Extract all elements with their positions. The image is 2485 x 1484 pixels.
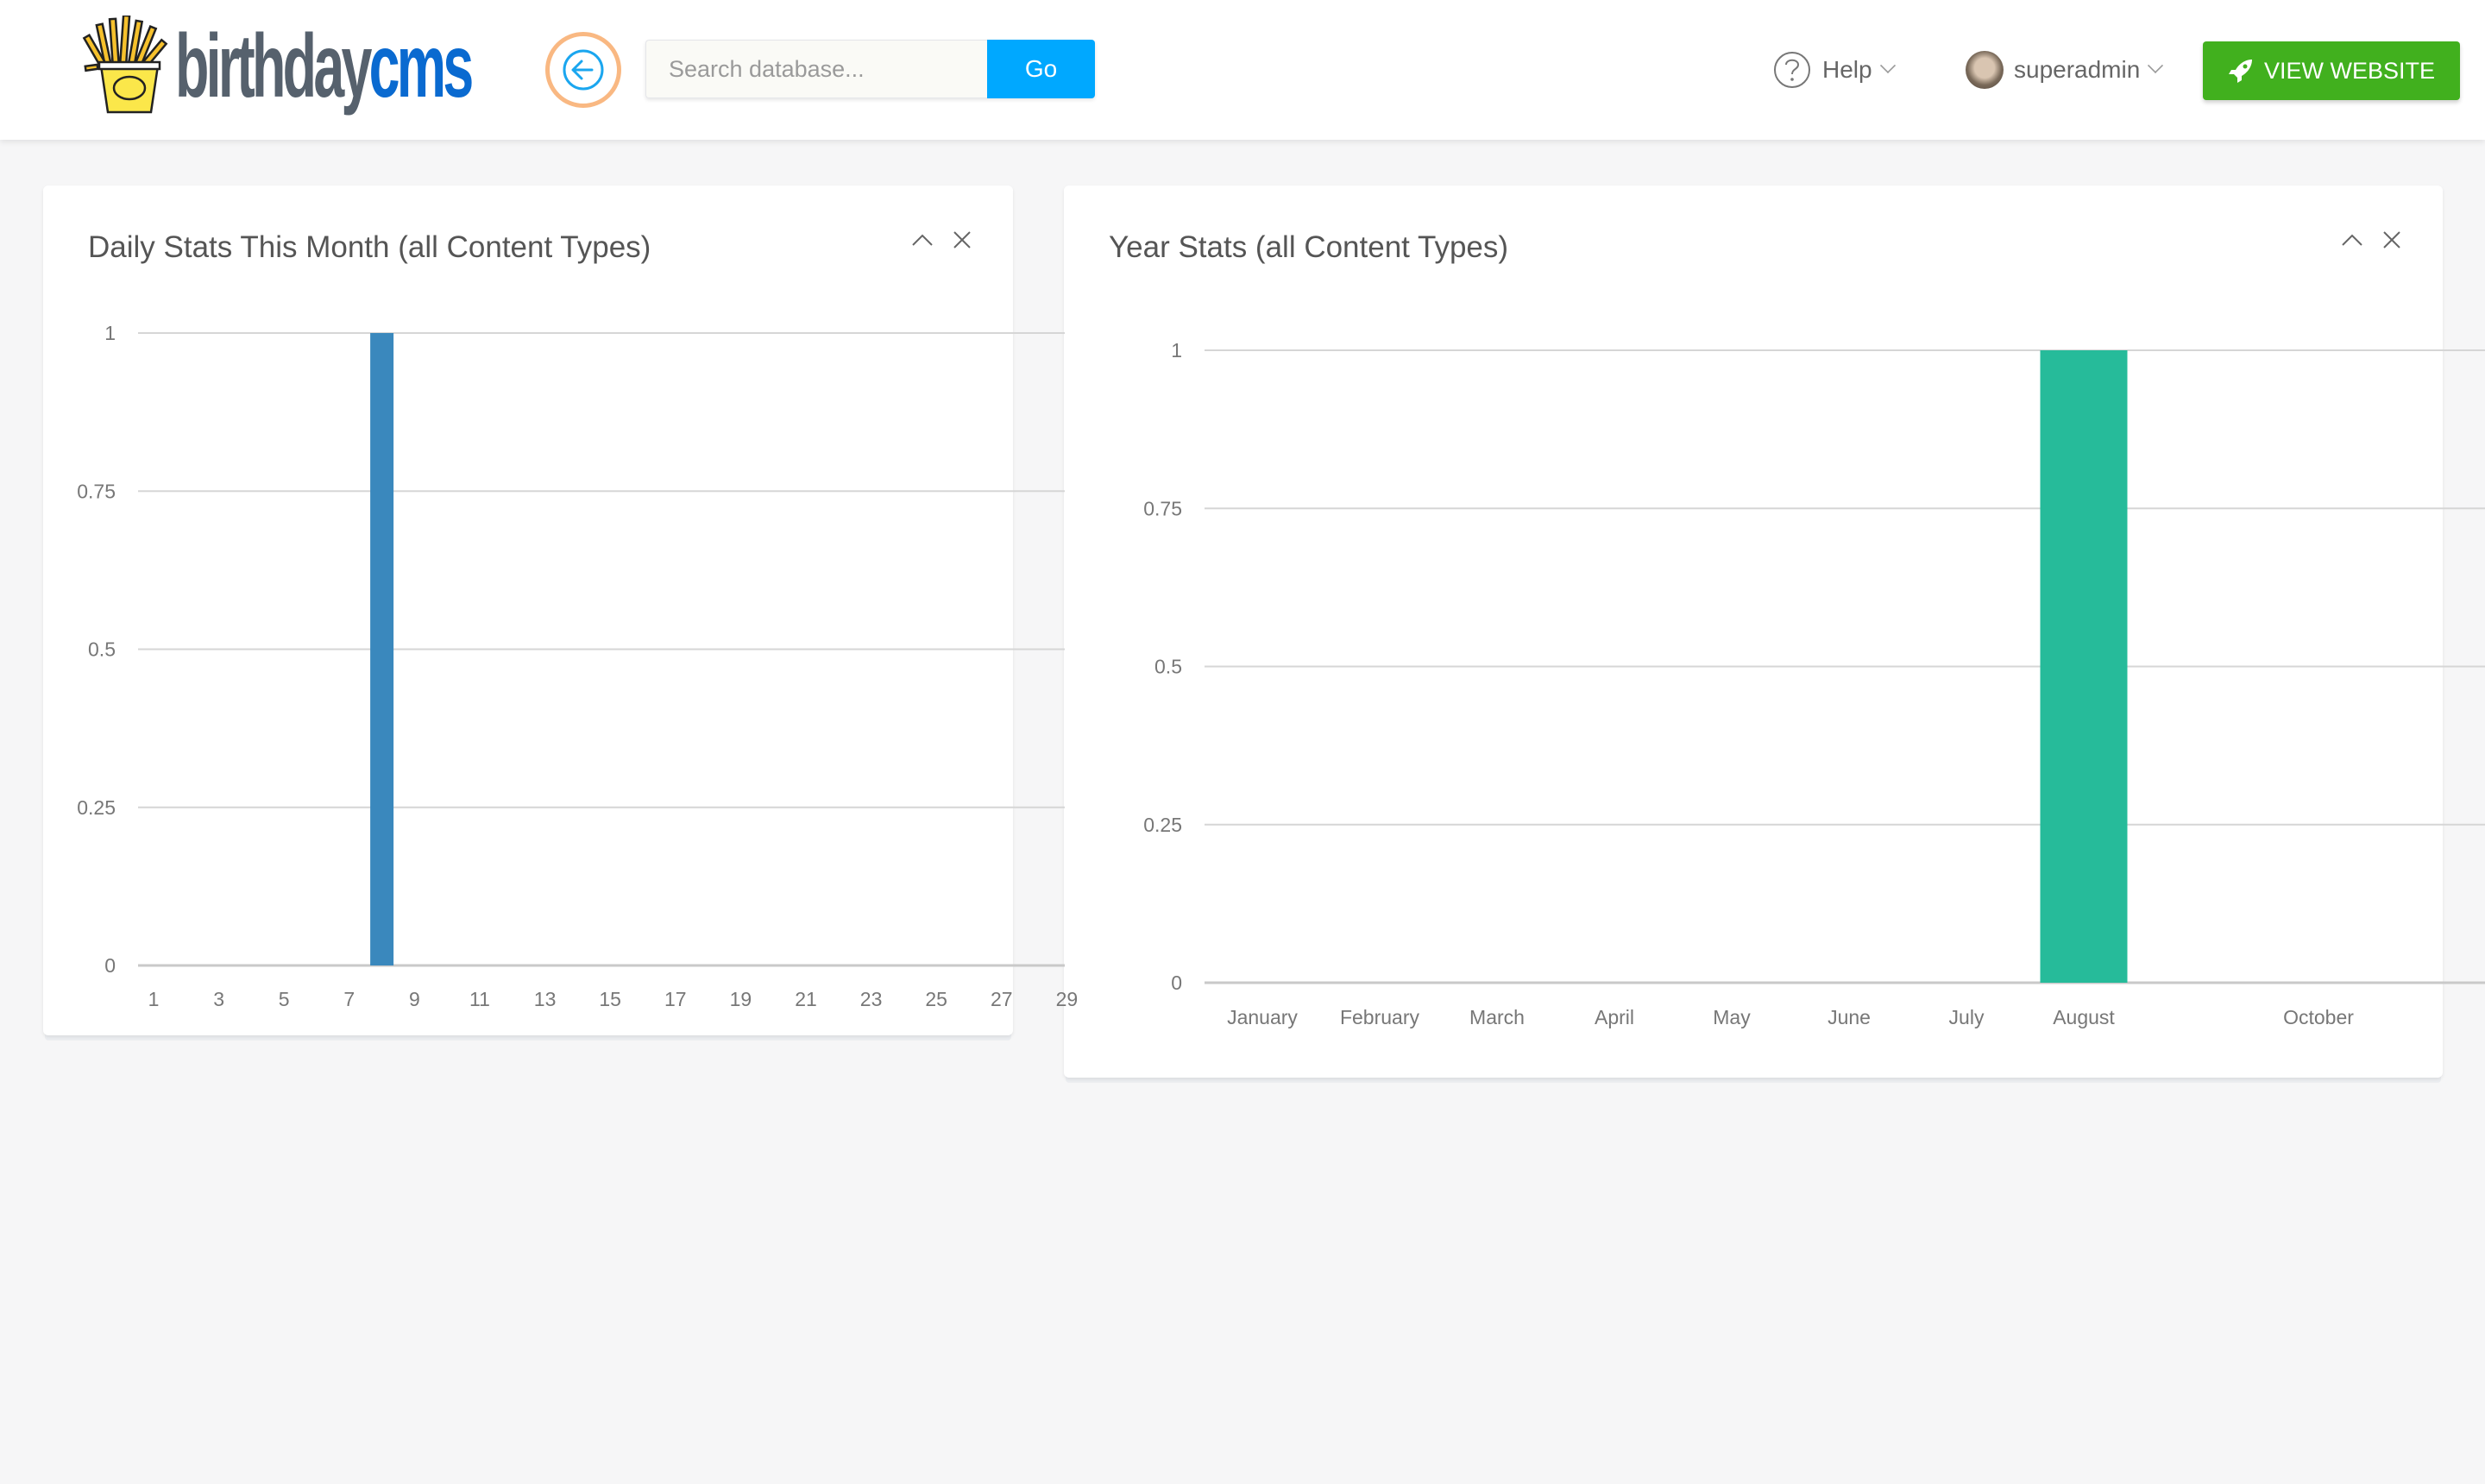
chevron-down-icon (1879, 57, 1896, 74)
x-tick-label: 17 (664, 988, 687, 1010)
y-tick-label: 0.75 (77, 480, 116, 502)
view-website-label: VIEW WEBSITE (2263, 57, 2436, 84)
logo-text: birthdaycms (175, 16, 474, 116)
x-tick-label: 21 (795, 988, 817, 1010)
username-label: superadmin (2014, 56, 2141, 83)
question-circle-icon (1774, 52, 1810, 88)
top-header: birthdaycms Go Help superadmin VIEW WEBS… (0, 0, 2485, 140)
rocket-icon (2228, 60, 2252, 83)
back-button[interactable] (545, 32, 621, 108)
y-tick-label: 0 (104, 954, 116, 977)
y-tick-label: 0.25 (77, 796, 116, 819)
x-tick-label: 11 (469, 988, 490, 1010)
x-tick-label: 15 (599, 988, 621, 1010)
search-form: Go (645, 40, 1095, 98)
x-tick-label: 7 (343, 988, 355, 1010)
x-tick-label: 9 (409, 988, 420, 1010)
go-button[interactable]: Go (987, 40, 1095, 98)
chevron-down-icon (2148, 57, 2164, 74)
view-website-button[interactable]: VIEW WEBSITE (2203, 41, 2460, 100)
x-tick-label: 27 (991, 988, 1013, 1010)
x-tick-label: 25 (925, 988, 947, 1010)
arrow-left-circle-icon (563, 49, 604, 91)
x-tick-label: 13 (534, 988, 557, 1010)
y-tick-label: 1 (104, 322, 116, 344)
x-tick-label: 29 (1056, 988, 1079, 1010)
fries-box-icon (82, 16, 168, 114)
logo[interactable]: birthdaycms (82, 16, 474, 121)
x-tick-label: 1 (148, 988, 160, 1010)
help-label: Help (1822, 56, 1872, 83)
avatar (1966, 51, 2004, 89)
y-tick-label: 0.5 (88, 638, 116, 661)
x-tick-label: 19 (730, 988, 752, 1010)
help-dropdown[interactable]: Help (1772, 48, 1896, 91)
x-tick-label: 3 (213, 988, 224, 1010)
daily-stats-chart: 00.250.50.7511 3 5 7 9 11 13 15 17 19 21 23 25 27 29 (77, 322, 1079, 1010)
search-input[interactable] (645, 40, 987, 98)
bar-8 (370, 333, 394, 965)
user-dropdown[interactable]: superadmin (1966, 48, 2164, 91)
x-tick-label: 5 (279, 988, 290, 1010)
x-tick-label: 23 (860, 988, 883, 1010)
